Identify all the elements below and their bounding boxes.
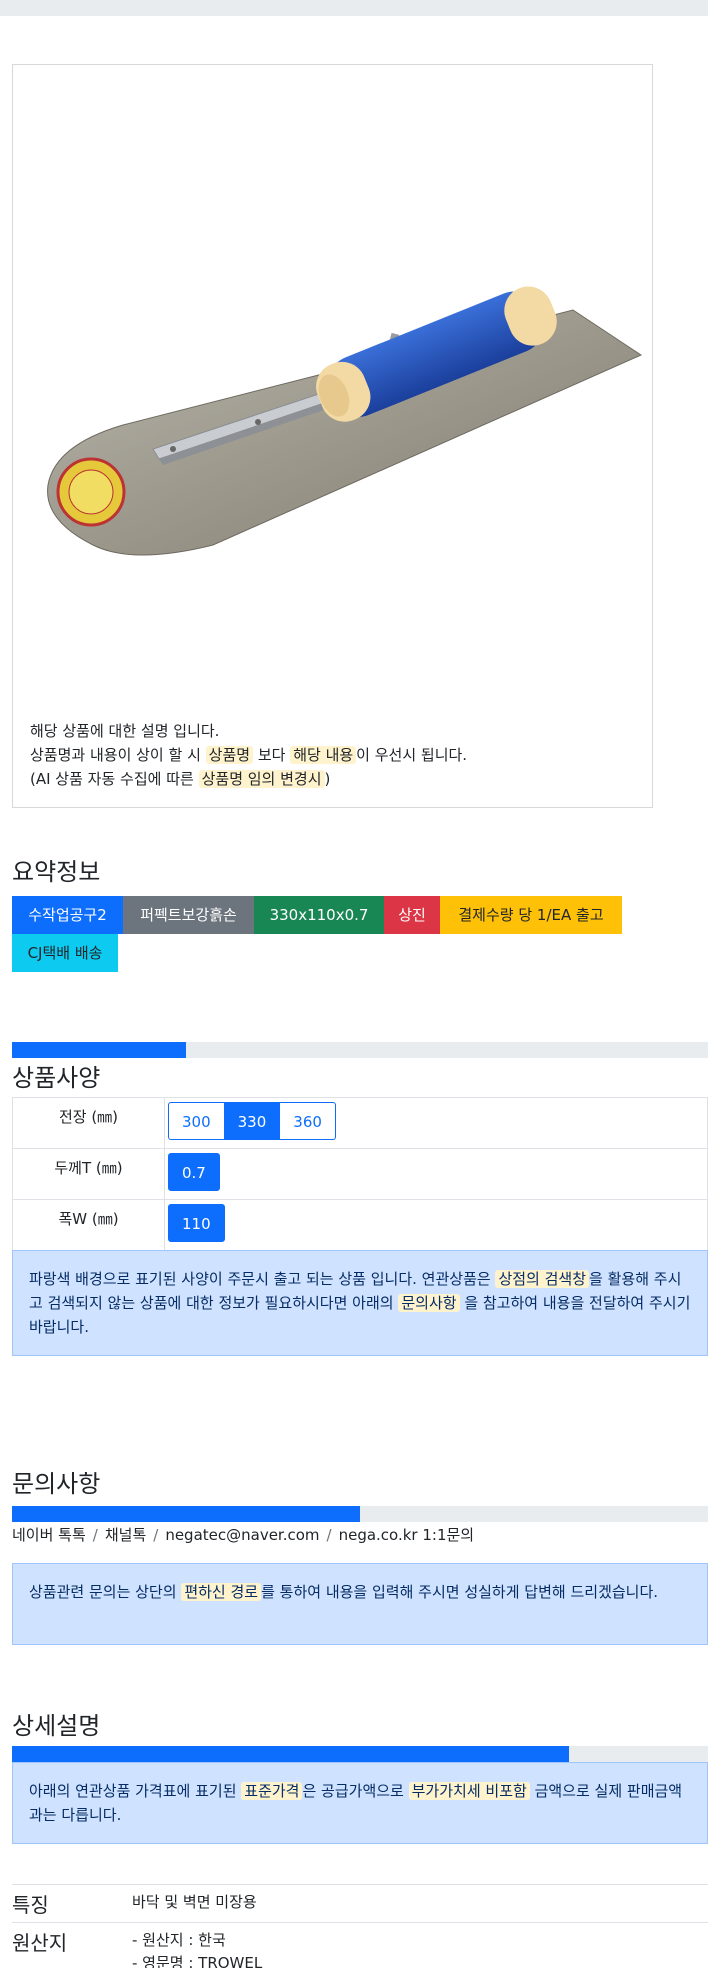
option-110[interactable]: 110	[168, 1204, 225, 1242]
info-row-origin: 원산지 - 원산지 : 한국 - 영문명 : TROWEL	[12, 1922, 708, 1968]
badge-size: 330x110x0.7	[254, 896, 384, 934]
inquiry-links: 네이버 톡톡 / 채널톡 / negatec@naver.com / nega.co.kr …	[12, 1526, 475, 1544]
badge-delivery: CJ택배 배송	[12, 934, 118, 972]
info-value: - 원산지 : 한국 - 영문명 : TROWEL	[132, 1922, 708, 1968]
option-360[interactable]: 360	[279, 1102, 336, 1140]
spec-options: 110	[164, 1199, 708, 1251]
spec-label: 전장 (㎜)	[12, 1097, 165, 1149]
detail-title: 상세설명	[12, 1712, 101, 1740]
spec-options: 0.7	[164, 1148, 708, 1200]
detail-progress-bar	[12, 1746, 708, 1762]
link-naver-talktalk[interactable]: 네이버 톡톡	[12, 1526, 86, 1544]
option-300[interactable]: 300	[168, 1102, 225, 1140]
option-330[interactable]: 330	[223, 1102, 281, 1140]
spec-table: 전장 (㎜) 300 330 360 두께T (㎜) 0.7 폭W (㎜) 110	[12, 1097, 708, 1251]
summary-title: 요약정보	[12, 858, 101, 886]
link-email[interactable]: negatec@naver.com	[165, 1526, 319, 1544]
top-bar	[0, 0, 708, 16]
link-website-inquiry[interactable]: nega.co.kr 1:1문의	[339, 1526, 475, 1544]
spec-label: 두께T (㎜)	[12, 1148, 165, 1200]
info-value: 바닥 및 벽면 미장용	[132, 1884, 708, 1923]
inquiry-notice: 상품관련 문의는 상단의 편하신 경로 를 통하여 내용을 입력해 주시면 성실하…	[12, 1563, 708, 1645]
spec-options: 300 330 360	[164, 1097, 708, 1149]
spec-notice: 파랑색 배경으로 표기된 사양이 주문시 출고 되는 상품 입니다. 연관상품은…	[12, 1250, 708, 1356]
info-row-feature: 특징 바닥 및 벽면 미장용	[12, 1884, 708, 1923]
product-image-card: 해당 상품에 대한 설명 입니다. 상품명과 내용이 상이 할 시 상품명 보다…	[12, 64, 653, 808]
info-key: 원산지	[12, 1922, 132, 1968]
inquiry-title: 문의사항	[12, 1470, 101, 1498]
spec-label: 폭W (㎜)	[12, 1199, 165, 1251]
link-channeltalk[interactable]: 채널톡	[105, 1526, 146, 1544]
badge-brand: 상진	[384, 896, 440, 934]
detail-notice: 아래의 연관상품 가격표에 표기된 표준가격 은 공급가액으로 부가가치세 비포함…	[12, 1762, 708, 1844]
spec-row-thickness: 두께T (㎜) 0.7	[12, 1148, 708, 1200]
badge-category: 수작업공구2	[12, 896, 123, 934]
trowel-product-image	[47, 286, 643, 556]
inquiry-progress-bar	[12, 1506, 708, 1522]
product-image-description: 해당 상품에 대한 설명 입니다. 상품명과 내용이 상이 할 시 상품명 보다…	[30, 722, 468, 788]
badge-product-name: 퍼펙트보강흙손	[123, 896, 254, 934]
option-0-7[interactable]: 0.7	[168, 1153, 220, 1191]
detail-progress-fill	[12, 1746, 569, 1762]
badge-shipping-unit: 결제수량 당 1/EA 출고	[440, 896, 622, 934]
inquiry-progress-fill	[12, 1506, 360, 1522]
detail-info-table: 특징 바닥 및 벽면 미장용 원산지 - 원산지 : 한국 - 영문명 : TRO…	[12, 1884, 708, 1968]
spec-row-width: 폭W (㎜) 110	[12, 1199, 708, 1251]
info-key: 특징	[12, 1884, 132, 1923]
spec-title: 상품사양	[12, 1064, 101, 1092]
spec-progress-bar	[12, 1042, 708, 1058]
spec-progress-fill	[12, 1042, 186, 1058]
spec-row-length: 전장 (㎜) 300 330 360	[12, 1097, 708, 1149]
